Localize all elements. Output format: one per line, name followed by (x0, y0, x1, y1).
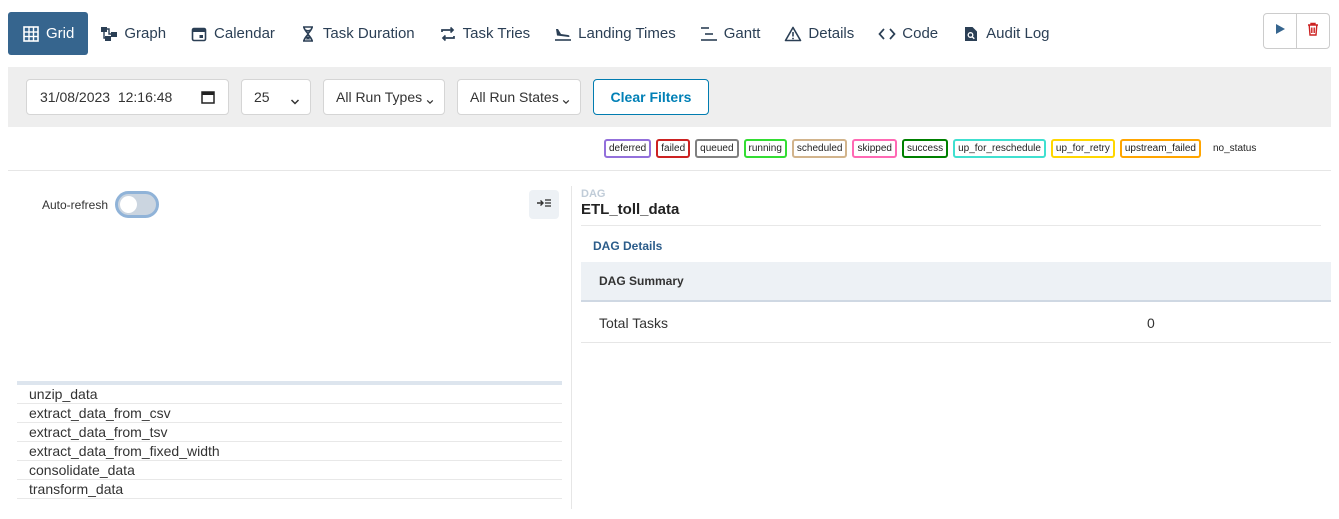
delete-dag-button[interactable] (1296, 14, 1329, 48)
plane-landing-icon (554, 25, 572, 43)
tab-label: Audit Log (986, 25, 1050, 42)
collapse-details-button[interactable] (529, 190, 559, 219)
view-tabs: Grid Graph Calendar Task Duration Task T… (8, 12, 1062, 55)
play-icon (1274, 22, 1286, 40)
task-row[interactable]: extract_data_from_tsv (17, 423, 562, 442)
tab-calendar[interactable]: Calendar (178, 12, 287, 55)
trigger-dag-button[interactable] (1264, 14, 1296, 48)
summary-value: 0 (1147, 315, 1155, 331)
task-row[interactable]: consolidate_data (17, 461, 562, 480)
warning-icon (784, 25, 802, 43)
legend-scheduled[interactable]: scheduled (791, 139, 848, 158)
tab-label: Calendar (214, 25, 275, 42)
tab-label: Code (902, 25, 939, 42)
tab-gantt[interactable]: Gantt (688, 12, 773, 55)
legend-no-status[interactable]: no_status (1210, 139, 1259, 158)
tab-details[interactable]: Details (772, 12, 866, 55)
chevron-down-icon (290, 93, 300, 109)
trash-icon (1307, 22, 1319, 41)
legend-upstream-failed[interactable]: upstream_failed (1119, 139, 1201, 158)
toggle-knob (120, 196, 137, 213)
legend-queued[interactable]: queued (695, 139, 739, 158)
tab-label: Graph (124, 25, 167, 42)
legend-success[interactable]: success (901, 139, 949, 158)
tab-label: Landing Times (578, 25, 676, 42)
base-date-input[interactable]: 31/08/2023 12:16:48 (26, 79, 229, 115)
tab-landing-times[interactable]: Landing Times (542, 12, 688, 55)
chevron-down-icon (426, 93, 434, 109)
tab-label: Task Duration (322, 25, 415, 42)
task-row[interactable]: unzip_data (17, 385, 562, 404)
code-icon (878, 25, 896, 43)
summary-key: Total Tasks (599, 315, 668, 331)
tab-task-tries[interactable]: Task Tries (427, 12, 543, 55)
state-legend: deferred failed queued running scheduled… (604, 139, 1264, 158)
panel-divider[interactable] (571, 186, 572, 509)
num-runs-value: 25 (254, 89, 270, 105)
clear-filters-button[interactable]: Clear Filters (593, 79, 709, 115)
tab-label: Details (808, 25, 855, 42)
tab-label: Task Tries (462, 25, 531, 42)
tab-label: Grid (46, 25, 75, 42)
hourglass-icon (299, 25, 317, 43)
dag-summary-header: DAG Summary (581, 262, 1331, 302)
tab-task-duration[interactable]: Task Duration (287, 12, 427, 55)
num-runs-select[interactable]: 25 (241, 79, 311, 115)
legend-failed[interactable]: failed (656, 139, 691, 158)
run-types-value: All Run Types (336, 89, 423, 105)
task-row[interactable]: transform_data (17, 480, 562, 499)
tab-graph[interactable]: Graph (88, 12, 178, 55)
summary-row: Total Tasks 0 (581, 303, 1331, 343)
tab-grid[interactable]: Grid (8, 12, 89, 55)
repeat-icon (439, 25, 457, 43)
filter-bar: 31/08/2023 12:16:48 25 All Run Types All… (8, 67, 1331, 127)
run-states-select[interactable]: All Run States (457, 79, 581, 115)
legend-deferred[interactable]: deferred (604, 139, 652, 158)
auto-refresh-label: Auto-refresh (42, 198, 109, 212)
grid-icon (22, 25, 40, 43)
task-row[interactable]: extract_data_from_fixed_width (17, 442, 562, 461)
calendar-icon (190, 25, 208, 43)
dag-breadcrumb-label: DAG (581, 188, 606, 200)
divider (8, 170, 1331, 171)
task-row[interactable]: extract_data_from_csv (17, 404, 562, 423)
run-types-select[interactable]: All Run Types (323, 79, 445, 115)
run-states-value: All Run States (470, 89, 559, 105)
legend-up-for-reschedule[interactable]: up_for_reschedule (953, 139, 1046, 158)
gantt-icon (700, 25, 718, 43)
legend-skipped[interactable]: skipped (852, 139, 897, 158)
file-search-icon (962, 25, 980, 43)
tab-code[interactable]: Code (866, 12, 950, 55)
legend-running[interactable]: running (743, 139, 787, 158)
divider (581, 225, 1321, 226)
legend-up-for-retry[interactable]: up_for_retry (1050, 139, 1115, 158)
tab-audit-log[interactable]: Audit Log (950, 12, 1061, 55)
tab-label: Gantt (723, 25, 761, 42)
calendar-icon[interactable] (201, 90, 215, 107)
collapse-arrow-icon (536, 197, 552, 212)
graph-icon (100, 25, 118, 43)
dag-action-buttons (1263, 13, 1330, 49)
chevron-down-icon (562, 93, 570, 109)
base-date-value: 31/08/2023 12:16:48 (40, 89, 173, 105)
task-list: unzip_data extract_data_from_csv extract… (17, 381, 562, 499)
auto-refresh-toggle[interactable] (115, 191, 159, 218)
dag-details-tab[interactable]: DAG Details (593, 239, 662, 253)
dag-name[interactable]: ETL_toll_data (581, 201, 679, 218)
